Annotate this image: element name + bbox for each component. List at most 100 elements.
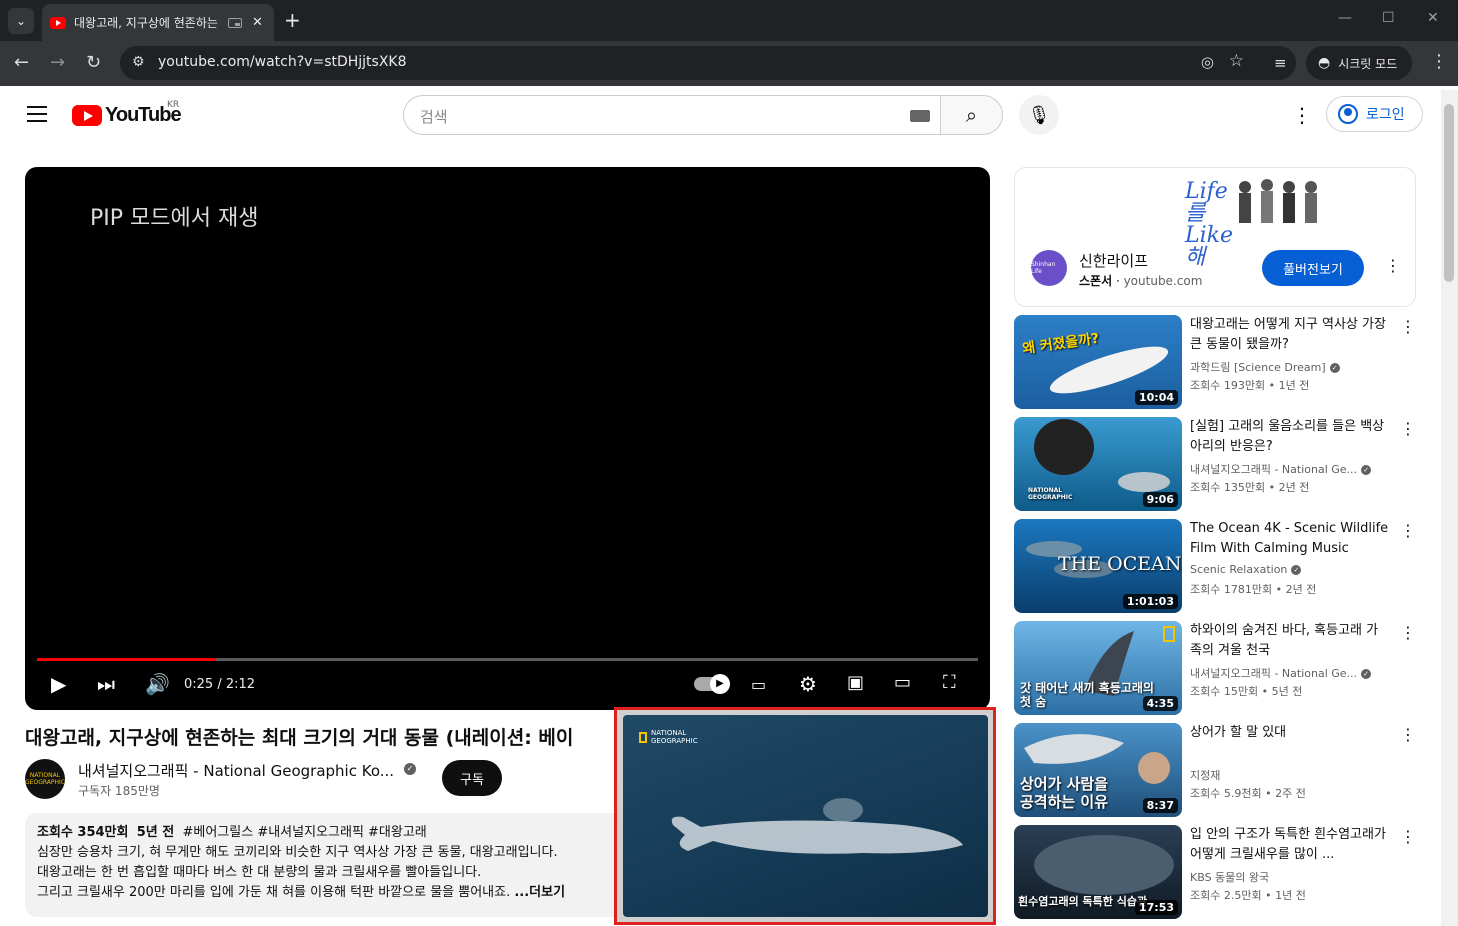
- maximize-icon[interactable]: ☐: [1382, 10, 1395, 26]
- related-title[interactable]: 대왕고래는 어떻게 지구 역사상 가장 큰 동물이 됐을까?: [1190, 315, 1390, 355]
- ad-card[interactable]: Life를 Like해 Shinhan Life 신한라이프 스폰서 · you…: [1014, 167, 1416, 307]
- reading-list-icon[interactable]: ≡: [1274, 54, 1287, 72]
- related-more-icon[interactable]: ⋮: [1400, 521, 1416, 540]
- video-thumbnail[interactable]: 흰수염고래의 독특한 식습관 17:53: [1014, 825, 1182, 919]
- related-more-icon[interactable]: ⋮: [1400, 317, 1416, 336]
- verified-check-icon: ✓: [1291, 565, 1302, 575]
- youtube-logo[interactable]: YouTube: [72, 104, 182, 127]
- bookmark-star-icon[interactable]: ☆: [1229, 51, 1244, 71]
- reload-icon[interactable]: ↻: [86, 52, 101, 73]
- related-title[interactable]: 하와이의 숨겨진 바다, 혹등고래 가족의 겨울 천국: [1190, 621, 1390, 661]
- related-title[interactable]: [실험] 고래의 울음소리를 들은 백상아리의 반응은?: [1190, 417, 1390, 457]
- miniplayer-icon[interactable]: ▣: [847, 672, 864, 693]
- related-channel: Scenic Relaxation ✓: [1190, 563, 1302, 576]
- related-video[interactable]: 상어가 사람을 공격하는 이유 8:37 상어가 할 말 있대 지정재 조회수 …: [1014, 723, 1424, 818]
- search-input[interactable]: 검색: [403, 95, 940, 135]
- ad-banner[interactable]: Life를 Like해: [1095, 173, 1335, 269]
- incognito-badge[interactable]: ◓ 시크릿 모드: [1306, 46, 1412, 80]
- ad-more-icon[interactable]: ⋮: [1385, 256, 1401, 275]
- site-info-icon[interactable]: ⚙: [132, 54, 145, 70]
- video-player[interactable]: PIP 모드에서 재생 ▶ ⏭ 🔊 0:25 / 2:12 ▭ ⚙ ▣ ▭ ⛶: [25, 167, 990, 710]
- related-more-icon[interactable]: ⋮: [1400, 623, 1416, 642]
- channel-avatar[interactable]: NATIONAL GEOGRAPHIC: [25, 759, 65, 799]
- ad-title[interactable]: 신한라이프: [1079, 250, 1148, 271]
- related-meta: 조회수 15만회 • 5년 전: [1190, 685, 1303, 698]
- related-title[interactable]: 상어가 할 말 있대: [1190, 723, 1390, 763]
- search-icon: ⌕: [965, 103, 978, 127]
- new-tab-button[interactable]: +: [284, 8, 301, 32]
- related-title[interactable]: 입 안의 구조가 독특한 흰수염고래가 어떻게 크릴새우를 많이 ...: [1190, 825, 1390, 865]
- related-meta: 조회수 5.9천회 • 2주 전: [1190, 787, 1306, 800]
- youtube-play-logo-icon: [72, 105, 102, 126]
- keyboard-icon[interactable]: [910, 110, 930, 122]
- minimize-icon[interactable]: —: [1338, 10, 1352, 26]
- video-thumbnail[interactable]: THE OCEAN 1:01:03: [1014, 519, 1182, 613]
- forward-icon[interactable]: →: [50, 52, 65, 73]
- tab-close-icon[interactable]: ✕: [252, 15, 263, 30]
- region-code: KR: [167, 100, 180, 110]
- tab-search-button[interactable]: ⌄: [8, 8, 34, 34]
- play-icon[interactable]: ▶: [51, 672, 66, 696]
- video-thumbnail[interactable]: NATIONAL GEOGRAPHIC 9:06: [1014, 417, 1182, 511]
- browser-tab-strip: ⌄ 대왕고래, 지구상에 현존하는 최대 크기의 거대 동물 ✕ + — ☐ ✕: [0, 0, 1458, 41]
- related-video[interactable]: THE OCEAN 1:01:03 The Ocean 4K - Scenic …: [1014, 519, 1424, 614]
- theater-mode-icon[interactable]: ▭: [894, 672, 911, 693]
- related-meta: 조회수 2.5만회 • 1년 전: [1190, 889, 1306, 902]
- chevron-down-icon: ⌄: [15, 14, 27, 28]
- window-close-icon[interactable]: ✕: [1427, 10, 1439, 26]
- signin-button[interactable]: 로그인: [1326, 96, 1423, 132]
- active-tab[interactable]: 대왕고래, 지구상에 현존하는 최대 크기의 거대 동물 ✕: [42, 4, 274, 41]
- volume-icon[interactable]: 🔊: [145, 672, 170, 696]
- tracking-blocked-icon[interactable]: ◎: [1201, 53, 1214, 71]
- autoplay-toggle[interactable]: [694, 674, 730, 694]
- settings-gear-icon[interactable]: ⚙: [799, 672, 817, 696]
- signin-label: 로그인: [1366, 107, 1405, 123]
- pip-video[interactable]: NATIONAL GEOGRAPHIC: [623, 715, 988, 917]
- video-duration: 8:37: [1142, 798, 1178, 813]
- channel-name[interactable]: 내셔널지오그래픽 - National Geographic Ko...: [78, 760, 394, 781]
- related-more-icon[interactable]: ⋮: [1400, 419, 1416, 438]
- related-video[interactable]: 갓 태어난 새끼 혹등고래의 첫 숨 4:35 하와이의 숨겨진 바다, 혹등고…: [1014, 621, 1424, 716]
- youtube-favicon-icon: [50, 16, 66, 29]
- browser-toolbar: ← → ↻ ⚙ youtube.com/watch?v=stDHjjtsXK8 …: [0, 41, 1458, 86]
- show-more-link[interactable]: ...더보기: [514, 885, 565, 900]
- subscribe-button[interactable]: 구독: [442, 760, 502, 796]
- voice-search-button[interactable]: 🎙: [1019, 95, 1059, 135]
- advertiser-logo[interactable]: Shinhan Life: [1031, 250, 1067, 286]
- related-title[interactable]: The Ocean 4K - Scenic Wildlife Film With…: [1190, 519, 1390, 559]
- video-duration: 1:01:03: [1122, 594, 1178, 609]
- ng-frame-icon: [639, 731, 647, 743]
- pip-window[interactable]: NATIONAL GEOGRAPHIC: [614, 707, 996, 925]
- description-line: 대왕고래는 한 번 흡입할 때마다 버스 한 대 분량의 물과 크릴새우를 빨아…: [37, 865, 482, 880]
- settings-more-icon[interactable]: ⋮: [1292, 103, 1312, 127]
- related-more-icon[interactable]: ⋮: [1400, 725, 1416, 744]
- related-video[interactable]: 왜 커졌을까? 10:04 대왕고래는 어떻게 지구 역사상 가장 큰 동물이 …: [1014, 315, 1424, 410]
- video-thumbnail[interactable]: 갓 태어난 새끼 혹등고래의 첫 숨 4:35: [1014, 621, 1182, 715]
- address-bar[interactable]: ⚙ youtube.com/watch?v=stDHjjtsXK8 ◎ ☆: [120, 46, 1296, 80]
- scrollbar-thumb[interactable]: [1444, 104, 1454, 282]
- progress-bar[interactable]: [37, 658, 978, 661]
- ad-cta-button[interactable]: 풀버전보기: [1262, 250, 1364, 286]
- back-icon[interactable]: ←: [14, 52, 29, 73]
- related-video[interactable]: NATIONAL GEOGRAPHIC 9:06 [실험] 고래의 울음소리를 …: [1014, 417, 1424, 512]
- subtitles-icon[interactable]: ▭: [751, 675, 766, 694]
- description-box[interactable]: 조회수 354만회 5년 전 #베어그릴스 #내셔널지오그래픽 #대왕고래 심장…: [25, 813, 645, 917]
- related-video[interactable]: 흰수염고래의 독특한 식습관 17:53 입 안의 구조가 독특한 흰수염고래가…: [1014, 825, 1424, 920]
- fullscreen-icon[interactable]: ⛶: [943, 672, 956, 693]
- next-icon[interactable]: ⏭: [97, 672, 115, 696]
- ad-sponsor-line: 스폰서 · youtube.com: [1079, 274, 1203, 288]
- page-scrollbar[interactable]: [1441, 90, 1458, 926]
- hashtags[interactable]: #베어그릴스 #내셔널지오그래픽 #대왕고래: [183, 825, 427, 840]
- url-text[interactable]: youtube.com/watch?v=stDHjjtsXK8: [158, 54, 407, 70]
- menu-hamburger-icon[interactable]: [27, 106, 47, 122]
- video-title: 대왕고래, 지구상에 현존하는 최대 크기의 거대 동물 (내레이션: 베이: [25, 727, 574, 749]
- verified-check-icon: ✓: [404, 763, 416, 775]
- video-thumbnail[interactable]: 상어가 사람을 공격하는 이유 8:37: [1014, 723, 1182, 817]
- incognito-icon: ◓: [1318, 55, 1331, 71]
- video-thumbnail[interactable]: 왜 커졌을까? 10:04: [1014, 315, 1182, 409]
- search-button[interactable]: ⌕: [940, 95, 1003, 135]
- related-more-icon[interactable]: ⋮: [1400, 827, 1416, 846]
- browser-menu-icon[interactable]: ⋮: [1430, 51, 1448, 72]
- national-geographic-logo: NATIONAL GEOGRAPHIC: [639, 729, 698, 745]
- description-stats: 조회수 354만회 5년 전 #베어그릴스 #내셔널지오그래픽 #대왕고래: [37, 825, 427, 840]
